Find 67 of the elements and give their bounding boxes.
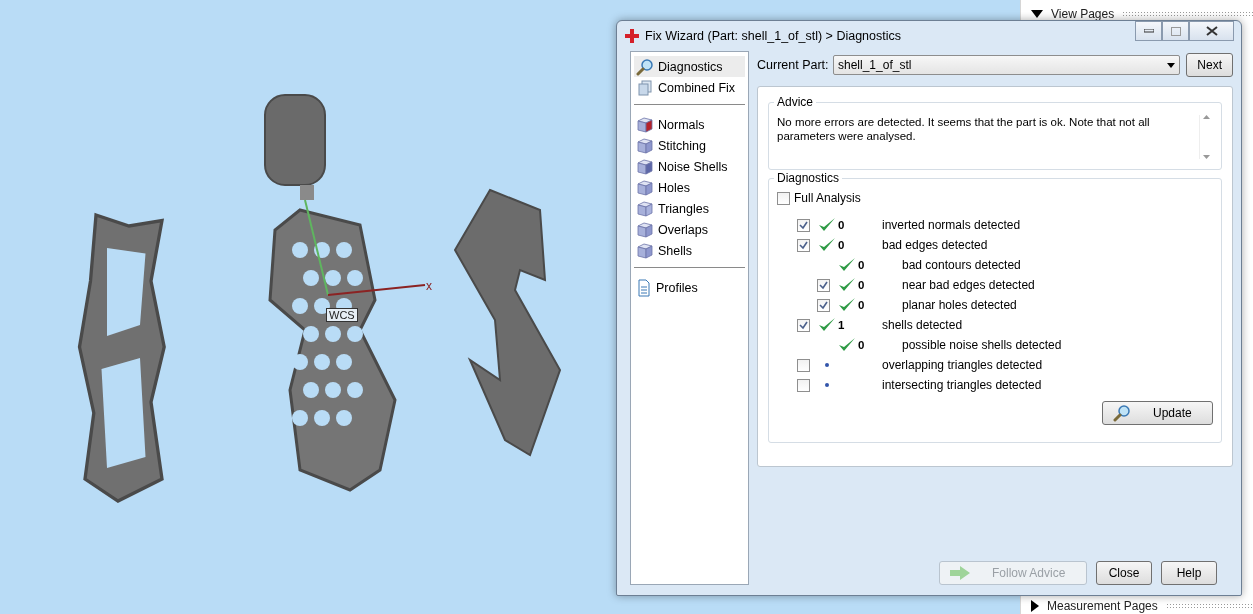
diagnostic-label: bad edges detected bbox=[882, 238, 988, 252]
scrollbar[interactable] bbox=[1199, 115, 1213, 159]
section-title[interactable]: View Pages bbox=[1051, 7, 1115, 21]
minimize-icon bbox=[1143, 29, 1154, 33]
diagnostic-label: inverted normals detected bbox=[882, 218, 1021, 232]
magnifier-icon bbox=[636, 57, 654, 76]
axis-label: x bbox=[426, 279, 432, 293]
count-text: 0 bbox=[858, 299, 866, 311]
close-button[interactable] bbox=[1189, 21, 1234, 41]
group-title: Advice bbox=[774, 95, 817, 109]
checkbox[interactable] bbox=[797, 378, 810, 392]
scroll-down-icon[interactable] bbox=[1203, 155, 1210, 159]
cube-icon bbox=[636, 136, 654, 155]
nav-item[interactable]: Holes bbox=[634, 177, 745, 198]
diagnostic-label: planar holes detected bbox=[902, 298, 1017, 312]
scroll-up-icon[interactable] bbox=[1203, 115, 1210, 119]
cube-icon bbox=[636, 220, 654, 239]
close-icon bbox=[1205, 26, 1218, 36]
cube-icon bbox=[636, 178, 654, 197]
stacked-cubes-icon bbox=[636, 78, 654, 97]
count-text: 0 bbox=[858, 279, 866, 291]
caret-icon bbox=[1167, 62, 1176, 68]
diagnostic-label: shells detected bbox=[882, 318, 963, 332]
nav-item[interactable]: Stitching bbox=[634, 135, 745, 156]
field-label: Current Part: bbox=[757, 58, 827, 72]
cube-icon bbox=[636, 241, 654, 260]
count-text: 0 bbox=[858, 259, 866, 271]
checkbox[interactable] bbox=[817, 298, 830, 312]
nav-item[interactable]: Shells bbox=[634, 240, 745, 261]
next-button[interactable]: Next bbox=[1186, 53, 1233, 77]
nav-item[interactable]: Combined Fix bbox=[634, 77, 745, 98]
section-title[interactable]: Measurement Pages bbox=[1047, 599, 1158, 613]
dialog-button[interactable]: Close bbox=[1096, 561, 1152, 585]
checkbox[interactable] bbox=[797, 218, 810, 232]
checkbox[interactable] bbox=[817, 278, 830, 292]
expand-triangle-icon[interactable] bbox=[1031, 600, 1039, 612]
collapse-triangle-icon[interactable] bbox=[1031, 10, 1043, 18]
checkbox[interactable] bbox=[797, 358, 810, 372]
checkbox[interactable] bbox=[777, 191, 790, 205]
update-button[interactable]: Update bbox=[1102, 401, 1213, 425]
count-text: 0 bbox=[858, 339, 866, 351]
arrow-icon bbox=[950, 566, 970, 580]
nav-item[interactable]: Profiles bbox=[634, 277, 745, 298]
maximize-button[interactable] bbox=[1162, 21, 1189, 41]
group-title: Diagnostics bbox=[774, 171, 843, 185]
nav-item[interactable]: Triangles bbox=[634, 198, 745, 219]
diagnostic-label: bad contours detected bbox=[902, 258, 1021, 272]
checkbox[interactable] bbox=[797, 318, 810, 332]
nav-item[interactable]: Normals bbox=[634, 114, 745, 135]
count-text: 1 bbox=[838, 319, 846, 331]
cross-icon bbox=[625, 29, 639, 43]
dialog-button[interactable]: Help bbox=[1161, 561, 1217, 585]
document-icon bbox=[636, 278, 652, 297]
maximize-icon bbox=[1170, 26, 1181, 36]
checkbox[interactable] bbox=[797, 238, 810, 252]
window-title: Fix Wizard (Part: shell_1_of_stl) > Diagnostics bbox=[645, 29, 902, 43]
nav-item[interactable]: Noise Shells bbox=[634, 156, 745, 177]
axis-label: WCS bbox=[326, 308, 358, 322]
cube-icon bbox=[636, 115, 654, 134]
minimize-button[interactable] bbox=[1135, 21, 1162, 41]
checkbox-label[interactable]: Full Analysis bbox=[794, 191, 861, 205]
nav-item[interactable]: Overlaps bbox=[634, 219, 745, 240]
count-text: 0 bbox=[838, 239, 846, 251]
count-text: 0 bbox=[838, 219, 846, 231]
part-dropdown[interactable]: shell_1_of_stl bbox=[833, 55, 1181, 75]
magnifier-icon bbox=[1113, 404, 1131, 422]
nav-item[interactable]: Diagnostics bbox=[634, 56, 745, 77]
